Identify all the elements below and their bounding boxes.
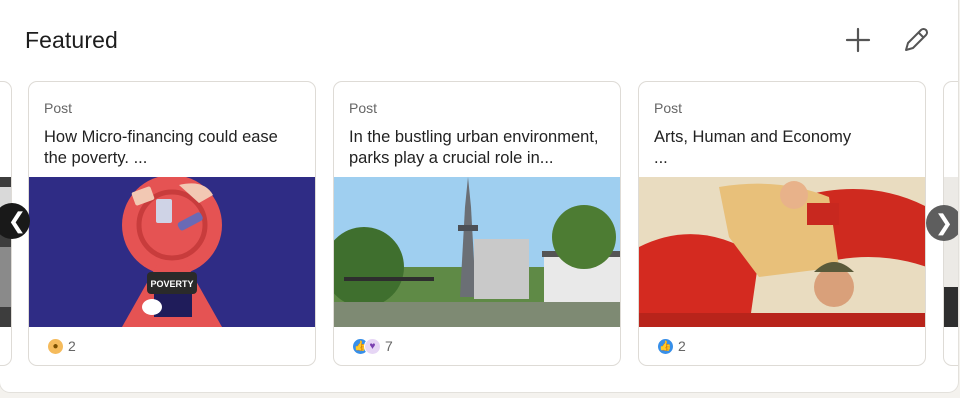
featured-carousel: Post How Micro-financing could ease the … [0,81,958,366]
card-description: In the bustling urban environment, parks… [349,128,599,167]
reaction-count: 7 [385,338,393,354]
propaganda-poster-image [639,177,925,327]
plus-icon [845,27,871,53]
card-image [639,177,925,327]
reactions-summary[interactable]: 👍 ♥ 7 [352,337,393,355]
featured-card[interactable]: Post How Micro-financing could ease the … [28,81,316,366]
card-type-label: Post [349,100,378,116]
chevron-right-icon: ❯ [934,210,954,235]
card-image [334,177,620,327]
card-type-label: Post [44,100,73,116]
chevron-left-icon: ❮ [7,208,27,233]
poverty-illustration: POVERTY [29,177,315,327]
reactions-summary[interactable]: ● 2 [47,337,76,355]
add-featured-button[interactable] [843,25,873,55]
like-icon: 👍 [657,337,674,355]
partial-card-image [944,177,958,327]
image-caption: POVERTY [150,279,193,289]
edit-featured-button[interactable] [901,25,931,55]
card-type-label: Post [654,100,683,116]
pencil-icon [905,27,929,51]
section-title: Featured [25,27,118,53]
reaction-count: 2 [678,338,686,354]
park-tower-photo [334,177,620,327]
insightful-icon: ● [47,337,64,355]
reactions-summary[interactable]: 👍 2 [657,337,686,355]
support-icon: ♥ [364,337,381,355]
card-description: Arts, Human and Economy ... [654,128,852,167]
reaction-count: 2 [68,338,76,354]
partial-card-image [0,177,11,327]
carousel-next-button[interactable]: ❯ [926,205,958,241]
card-description: How Micro-financing could ease the pover… [44,128,278,167]
carousel-previous-button[interactable]: ❮ [0,203,30,239]
featured-card[interactable]: Post In the bustling urban environment, … [333,81,621,366]
featured-card[interactable]: Post Arts, Human and Economy ... 👍 2 [638,81,926,366]
featured-section: Featured Post How Micro-financing could … [0,0,958,392]
card-image: POVERTY [29,177,315,327]
